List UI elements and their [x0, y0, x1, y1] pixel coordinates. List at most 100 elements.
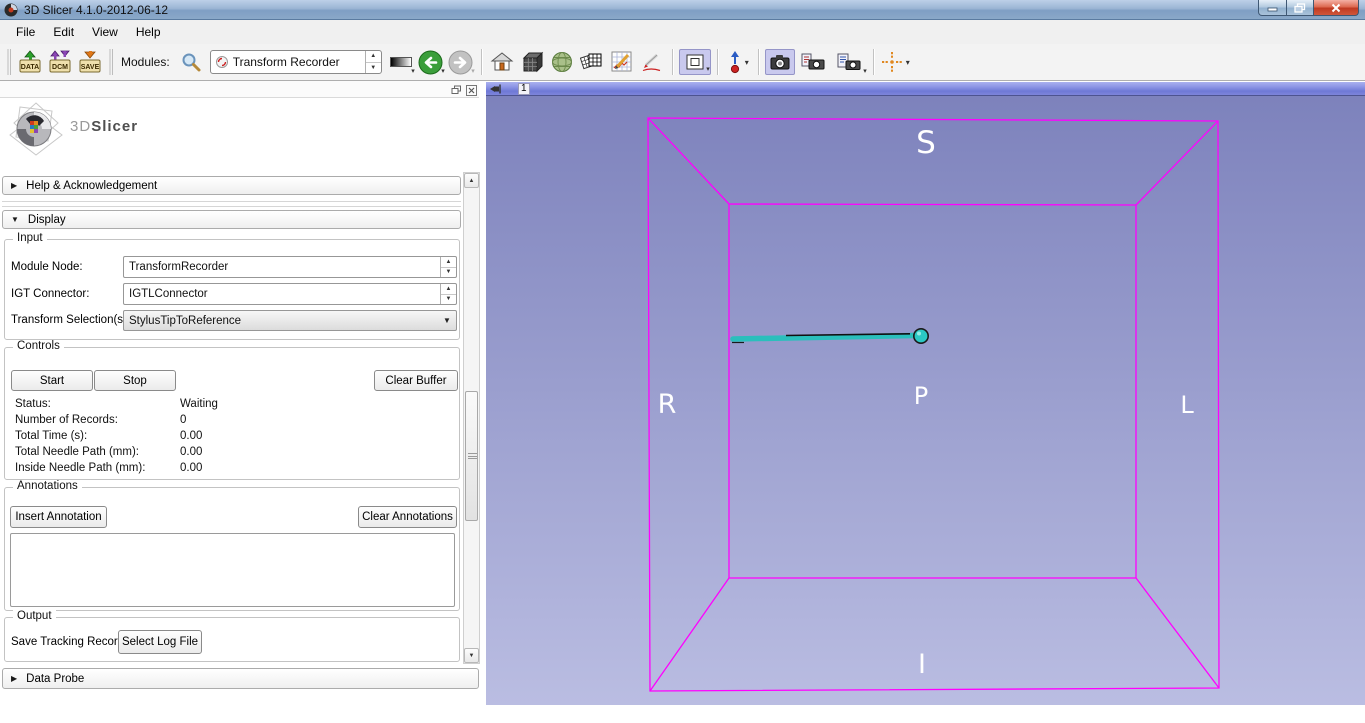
- total-time-label: Total Time (s):: [15, 430, 87, 442]
- scroll-up-icon: ▲: [469, 178, 475, 184]
- toolbar-grip[interactable]: [109, 49, 113, 75]
- close-icon: [1331, 3, 1341, 13]
- insert-annotation-button[interactable]: Insert Annotation: [10, 506, 107, 528]
- panel-float-button[interactable]: [450, 84, 462, 96]
- transform-selection-value: StylusTipToReference: [124, 315, 438, 327]
- output-group: Output Save Tracking Record Select Log F…: [4, 617, 460, 662]
- dropdown-arrow-icon: ▾: [441, 67, 445, 75]
- total-needle-path-row: Total Needle Path (mm): 0.00: [15, 446, 455, 462]
- editor-module-button[interactable]: [608, 48, 636, 76]
- records-label: Number of Records:: [15, 414, 118, 426]
- module-selector-combo[interactable]: Transform Recorder ▲ ▼: [210, 50, 382, 74]
- load-data-icon: DATA: [17, 49, 43, 75]
- scene-camera-icon: [800, 52, 826, 72]
- clear-buffer-button[interactable]: Clear Buffer: [374, 370, 458, 391]
- module-back-button[interactable]: ▾: [417, 48, 445, 76]
- module-search-button[interactable]: [177, 48, 205, 76]
- camera-icon: [769, 53, 791, 71]
- status-row: Status: Waiting: [15, 398, 455, 414]
- stop-button[interactable]: Stop: [94, 370, 176, 391]
- igt-connector-value: IGTLConnector: [124, 288, 440, 300]
- model-module-button[interactable]: [548, 48, 576, 76]
- layout-selector-button[interactable]: ▾: [679, 49, 711, 75]
- scrollbar-thumb[interactable]: [465, 391, 478, 521]
- toolbar-grip[interactable]: [7, 49, 11, 75]
- start-button[interactable]: Start: [11, 370, 93, 391]
- menu-edit[interactable]: Edit: [44, 22, 83, 42]
- transforms-module-button[interactable]: [578, 48, 606, 76]
- load-data-button[interactable]: DATA: [16, 48, 44, 76]
- panel-separator: [2, 201, 461, 207]
- volume-module-button[interactable]: [518, 48, 546, 76]
- module-node-combo[interactable]: TransformRecorder ▲ ▼: [123, 256, 457, 278]
- pin-icon: [490, 84, 502, 94]
- sphere-mesh-icon: [550, 50, 574, 74]
- igt-connector-spinner[interactable]: ▲ ▼: [440, 284, 456, 304]
- threed-view[interactable]: S R P L I: [486, 96, 1365, 705]
- home-module-button[interactable]: [488, 48, 516, 76]
- spin-down-icon: ▼: [366, 63, 381, 74]
- panel-close-button[interactable]: [465, 84, 477, 96]
- annotations-group: Annotations Insert Annotation Clear Anno…: [4, 487, 460, 611]
- scene-view-restore-button[interactable]: ▾: [831, 48, 867, 76]
- dropdown-arrow-icon: ▾: [706, 65, 710, 73]
- total-needle-path-value: 0.00: [180, 446, 202, 458]
- viewport-tab[interactable]: 1: [518, 83, 530, 95]
- input-group: Input Module Node: TransformRecorder ▲ ▼…: [4, 239, 460, 340]
- annotate-module-button[interactable]: [638, 48, 666, 76]
- status-label: Status:: [15, 398, 51, 410]
- module-selector-value: Transform Recorder: [229, 55, 365, 69]
- history-gradient-icon: [390, 57, 412, 67]
- igt-connector-combo[interactable]: IGTLConnector ▲ ▼: [123, 283, 457, 305]
- spin-up-icon: ▲: [441, 257, 456, 268]
- toolbar-separator: [717, 49, 718, 75]
- menu-view[interactable]: View: [83, 22, 127, 42]
- data-probe-label: Data Probe: [26, 673, 84, 685]
- maximize-icon: [1294, 3, 1306, 13]
- scene-view-capture-button[interactable]: [797, 48, 829, 76]
- svg-text:DCM: DCM: [52, 64, 68, 71]
- collapsed-arrow-icon: ▶: [11, 181, 17, 190]
- clear-annotations-button[interactable]: Clear Annotations: [358, 506, 457, 528]
- toolbar-separator: [873, 49, 874, 75]
- dropdown-arrow-icon: ▼: [438, 316, 456, 325]
- help-acknowledgement-section[interactable]: ▶ Help & Acknowledgement: [2, 176, 461, 195]
- module-history-button[interactable]: ▾: [387, 48, 415, 76]
- minimize-button[interactable]: [1258, 0, 1287, 16]
- module-selector-spinner[interactable]: ▲ ▼: [365, 51, 381, 73]
- scroll-down-button[interactable]: ▼: [464, 648, 479, 663]
- viewport-header-bar[interactable]: 1: [486, 82, 1365, 96]
- display-section[interactable]: ▼ Display: [2, 210, 461, 229]
- spin-down-icon: ▼: [441, 295, 456, 305]
- layout-icon: [685, 53, 705, 71]
- save-tracking-record-label: Save Tracking Record: [11, 636, 124, 648]
- crosshair-button[interactable]: ▾: [880, 48, 910, 76]
- screenshot-button[interactable]: [765, 49, 795, 75]
- module-node-spinner[interactable]: ▲ ▼: [440, 257, 456, 277]
- module-icon: [215, 55, 229, 69]
- spin-up-icon: ▲: [366, 51, 381, 63]
- annotations-textarea[interactable]: [10, 533, 455, 607]
- module-forward-button[interactable]: ▾: [447, 48, 475, 76]
- search-icon: [180, 51, 202, 73]
- panel-scrollbar[interactable]: ▲ ▼: [463, 172, 480, 664]
- scene-restore-icon: [836, 52, 862, 72]
- data-probe-section[interactable]: ▶ Data Probe: [2, 668, 479, 689]
- load-dicom-button[interactable]: DCM: [46, 48, 74, 76]
- module-panel: 3DSlicer ▶ Help & Acknowledgement ▼ Disp…: [0, 81, 480, 723]
- close-button[interactable]: [1314, 0, 1359, 16]
- display-section-label: Display: [28, 214, 66, 226]
- igt-connector-label: IGT Connector:: [11, 288, 89, 300]
- modules-label: Modules:: [121, 55, 170, 69]
- crosshair-icon: [880, 50, 904, 74]
- svg-text:SAVE: SAVE: [81, 64, 100, 71]
- scroll-up-button[interactable]: ▲: [464, 173, 479, 188]
- menu-file[interactable]: File: [7, 22, 44, 42]
- select-log-file-button[interactable]: Select Log File: [118, 630, 202, 654]
- toolbar-separator: [758, 49, 759, 75]
- menu-help[interactable]: Help: [127, 22, 170, 42]
- mouse-mode-button[interactable]: ▾: [724, 48, 752, 76]
- maximize-button[interactable]: [1287, 0, 1314, 16]
- transform-selection-dropdown[interactable]: StylusTipToReference ▼: [123, 310, 457, 331]
- save-button[interactable]: SAVE: [76, 48, 104, 76]
